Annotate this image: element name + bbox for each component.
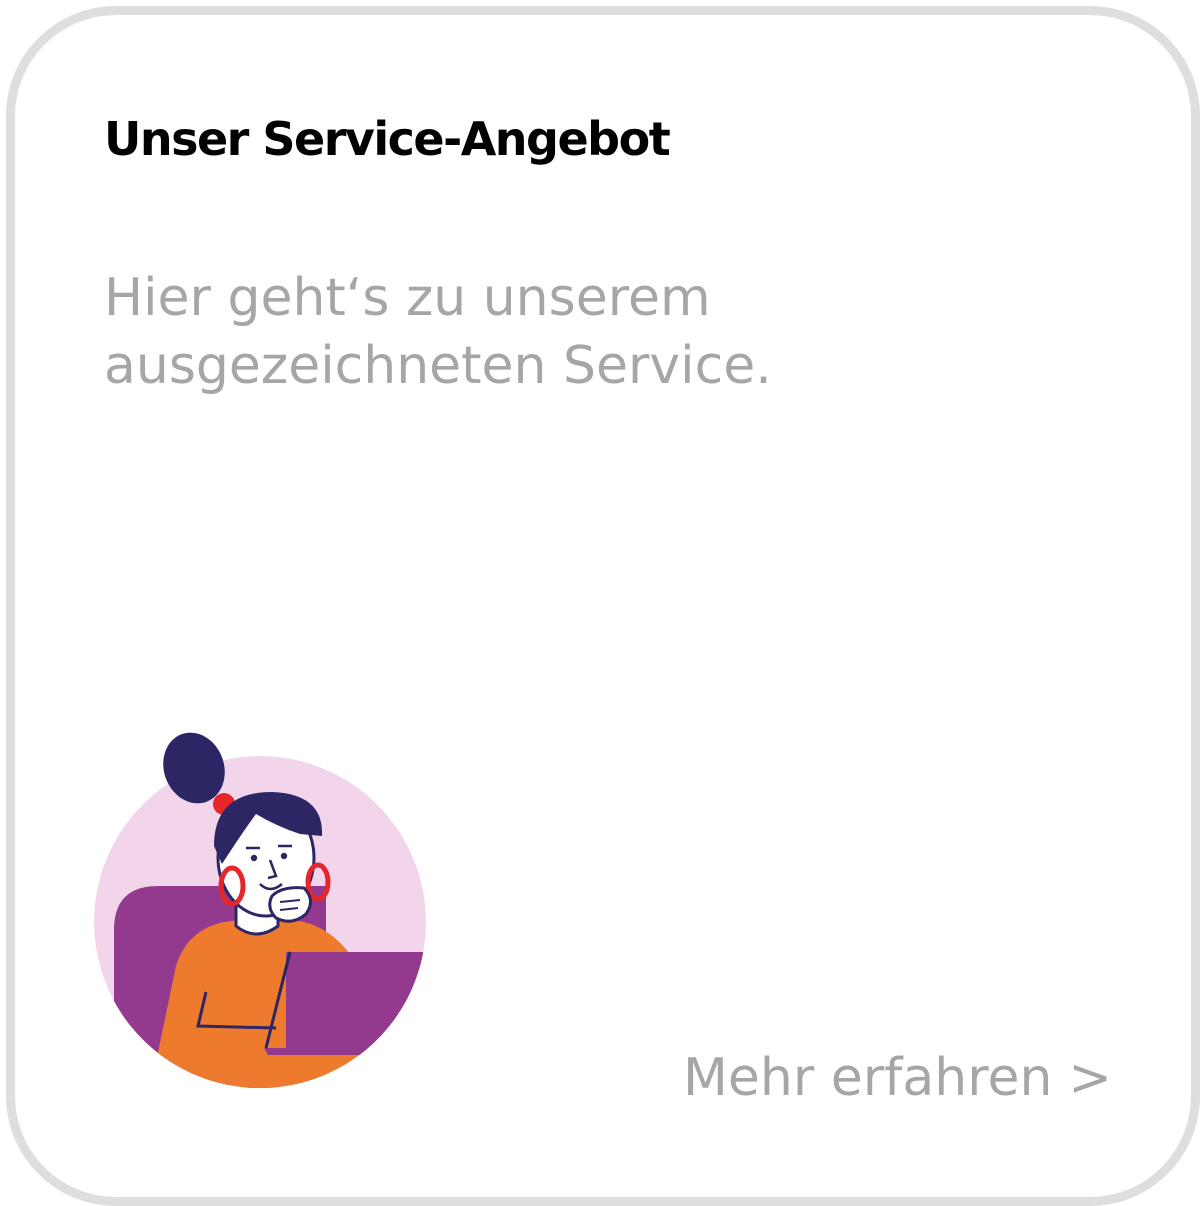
woman-with-laptop-illustration xyxy=(94,732,426,1088)
chevron-right-icon: > xyxy=(1068,1048,1112,1108)
more-info-label: Mehr erfahren xyxy=(683,1048,1053,1108)
card-title: Unser Service-Angebot xyxy=(104,112,671,166)
card-description: Hier geht‘s zu unserem ausgezeichneten S… xyxy=(104,268,772,396)
more-info-link[interactable]: Mehr erfahren > xyxy=(683,1048,1112,1108)
